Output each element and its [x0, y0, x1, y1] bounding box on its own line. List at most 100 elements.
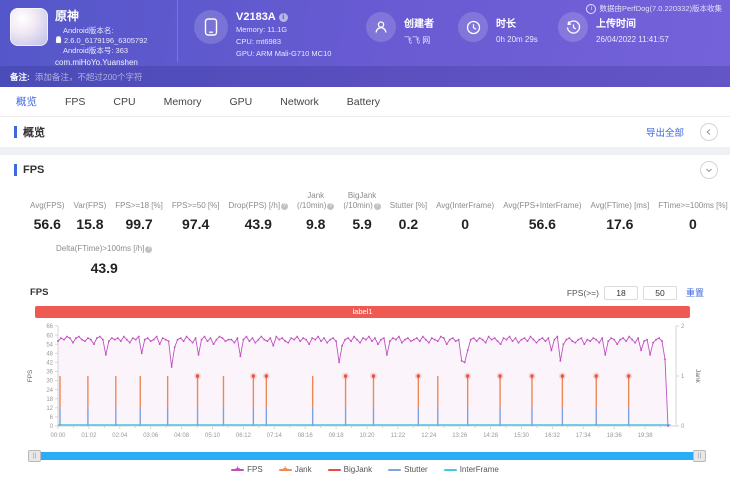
device-info-icon[interactable]: i	[279, 13, 288, 22]
svg-text:03:06: 03:06	[143, 433, 159, 439]
reset-link[interactable]: 重置	[686, 286, 704, 299]
clock-icon	[458, 12, 488, 42]
metric-value: 43.9	[245, 216, 272, 232]
device-model: V2183A	[236, 11, 276, 23]
tab-fps[interactable]: FPS	[51, 87, 99, 116]
svg-text:14:28: 14:28	[483, 433, 499, 439]
svg-text:24: 24	[46, 387, 53, 393]
metric: FPS>=18 [%]99.7	[115, 201, 163, 233]
svg-text:42: 42	[46, 360, 53, 366]
metric: BigJank (/10min)?5.9	[343, 191, 380, 232]
svg-text:54: 54	[46, 342, 53, 348]
tab-cpu[interactable]: CPU	[99, 87, 149, 116]
svg-text:30: 30	[46, 378, 53, 384]
metric-info-icon[interactable]: ?	[327, 203, 334, 210]
tab-gpu[interactable]: GPU	[216, 87, 267, 116]
creator-block: 创建者 飞飞 网	[366, 0, 458, 46]
legend-marker	[444, 465, 457, 474]
svg-text:01:02: 01:02	[81, 433, 97, 439]
metric-value: 17.6	[606, 216, 633, 232]
label1-banner: label1	[35, 306, 690, 318]
svg-text:11:22: 11:22	[391, 433, 406, 439]
metric: Var(FPS)15.8	[74, 201, 107, 233]
svg-text:2: 2	[681, 324, 685, 330]
section-accent-bar	[14, 126, 17, 138]
scrollbar-track[interactable]	[32, 452, 702, 460]
metric-label: FPS>=18 [%]	[115, 201, 163, 211]
legend-item-jank[interactable]: +Jank	[279, 465, 312, 474]
legend-label: Stutter	[404, 465, 428, 474]
svg-text:00:00: 00:00	[50, 433, 66, 439]
metric-label: Avg(FPS+InterFrame)	[503, 201, 581, 211]
export-all-link[interactable]: 导出全部	[646, 125, 684, 139]
collector-note-text: 数据由PerfDog(7.0.220332)版本收集	[599, 3, 722, 14]
legend-label: InterFrame	[460, 465, 499, 474]
app-version-name-value: 2.6.0_6179196_6305792	[64, 36, 147, 46]
legend-item-interframe[interactable]: InterFrame	[444, 465, 499, 474]
svg-text:07:14: 07:14	[267, 433, 283, 439]
metric: Avg(FPS+InterFrame) 56.6	[503, 201, 581, 233]
metric-label: Drop(FPS) [/h]?	[228, 201, 288, 211]
legend-marker: +	[279, 465, 292, 474]
fps-section-title: FPS	[23, 164, 44, 176]
metric-value: 56.6	[529, 216, 556, 232]
metric: FPS>=50 [%] 97.4	[172, 201, 220, 233]
svg-text:18:36: 18:36	[607, 433, 623, 439]
legend-label: FPS	[247, 465, 263, 474]
metric-label: FTime>=100ms [%]	[658, 201, 728, 211]
metric: Jank (/10min)?9.8	[297, 191, 334, 232]
svg-text:10:20: 10:20	[359, 433, 375, 439]
metric-info-icon[interactable]: ?	[281, 203, 288, 210]
fps-threshold-high-input[interactable]	[643, 286, 677, 300]
scrollbar-left-handle[interactable]: ||	[28, 450, 41, 462]
metric: FTime>=100ms [%]0	[658, 201, 728, 233]
svg-text:6: 6	[50, 415, 54, 421]
svg-text:06:12: 06:12	[236, 433, 252, 439]
fps-line-chart[interactable]: 0612182430364248546066012FPSJank00:0001:…	[24, 320, 706, 450]
note-placeholder: 添加备注，不超过200个字符	[35, 71, 143, 83]
info-icon: i	[586, 4, 596, 14]
metric-label: FPS>=50 [%]	[172, 201, 220, 211]
fps-threshold-low-input[interactable]	[604, 286, 638, 300]
metric-label: Avg(FTime) [ms]	[591, 201, 650, 211]
metric-value: 56.6	[34, 216, 61, 232]
chart-legend: +FPS+JankBigJankStutterInterFrame	[0, 463, 730, 477]
svg-text:48: 48	[46, 351, 53, 357]
tab-network[interactable]: Network	[266, 87, 333, 116]
tab-battery[interactable]: Battery	[333, 87, 394, 116]
legend-item-bigjank[interactable]: BigJank	[328, 465, 372, 474]
device-cpu: CPU: mt6983	[236, 37, 331, 47]
metric: Drop(FPS) [/h]? 43.9	[228, 201, 288, 233]
metric-info-icon[interactable]: ?	[145, 246, 152, 253]
report-header: i 数据由PerfDog(7.0.220332)版本收集 原神 Android版…	[0, 0, 730, 87]
app-info-block: 原神 Android版本名: 2.6.0_6179196_6305792 And…	[0, 0, 178, 62]
collapse-down-button[interactable]	[700, 161, 718, 179]
section-accent-bar	[14, 164, 17, 176]
fps-section-header: FPS	[0, 155, 730, 185]
device-gpu: GPU: ARM Mali-G710 MC10	[236, 49, 331, 59]
svg-text:Jank: Jank	[694, 369, 701, 383]
tab-overview[interactable]: 概览	[2, 87, 51, 116]
tab-memory[interactable]: Memory	[150, 87, 216, 116]
fps-chart-header: FPS FPS(>=) 重置	[0, 276, 730, 300]
note-input-bar[interactable]: 备注: 添加备注，不超过200个字符	[0, 66, 730, 87]
svg-text:17:34: 17:34	[576, 433, 592, 439]
metric: Avg(FPS)56.6	[30, 201, 65, 233]
metric-label: Stutter [%]	[390, 201, 427, 211]
legend-item-stutter[interactable]: Stutter	[388, 465, 428, 474]
upload-time-value: 26/04/2022 11:41:57	[596, 35, 669, 44]
creator-label: 创建者	[404, 15, 434, 30]
legend-item-fps[interactable]: +FPS	[231, 465, 263, 474]
metric-value: 97.4	[182, 216, 209, 232]
collapse-left-button[interactable]	[700, 123, 718, 141]
svg-text:66: 66	[46, 324, 53, 330]
svg-text:60: 60	[46, 333, 53, 339]
svg-text:19:38: 19:38	[638, 433, 654, 439]
metric-info-icon[interactable]: ?	[374, 203, 381, 210]
svg-text:13:26: 13:26	[452, 433, 468, 439]
scrollbar-right-handle[interactable]: ||	[693, 450, 706, 462]
svg-text:18: 18	[46, 396, 53, 402]
svg-text:16:32: 16:32	[545, 433, 561, 439]
app-version-code: Android版本号: 363	[55, 46, 147, 56]
metric: Avg(InterFrame)0	[436, 201, 494, 233]
